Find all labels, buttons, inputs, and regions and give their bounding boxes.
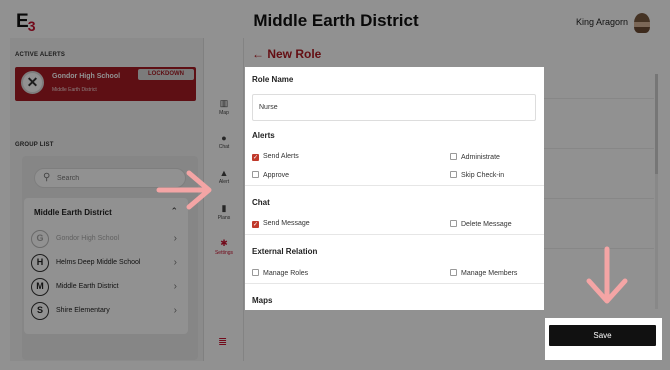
nav-item-map[interactable]: ▥ Map (204, 98, 244, 116)
active-alert-card[interactable]: ✕ Gondor High School Middle Earth Distri… (15, 67, 196, 101)
checkbox-icon (252, 269, 259, 276)
new-role-form: Role Name Alerts Send Alerts Administrat… (245, 67, 544, 310)
district-group-name: Middle Earth District (34, 208, 112, 217)
external-relation-section-title: External Relation (252, 247, 318, 256)
chevron-right-icon: › (173, 305, 177, 316)
role-name-input[interactable] (252, 94, 536, 121)
list-item[interactable]: G Gondor High School › (31, 230, 183, 250)
list-item[interactable]: M Middle Earth District › (31, 278, 183, 298)
menu-icon[interactable]: ≣ (218, 335, 227, 348)
checkbox-checked-icon (252, 154, 259, 161)
divider (245, 234, 544, 235)
school-initial-badge: M (31, 278, 49, 296)
district-title: Middle Earth District (253, 11, 419, 30)
lockdown-badge: LOCKDOWN (138, 69, 194, 80)
lockdown-icon: ✕ (21, 71, 44, 94)
divider (245, 185, 544, 186)
administrate-checkbox[interactable]: Administrate (450, 153, 500, 161)
nav-item-settings[interactable]: ✱ Settings (204, 238, 244, 256)
manage-roles-checkbox[interactable]: Manage Roles (252, 269, 308, 277)
list-item[interactable]: S Shire Elementary › (31, 302, 183, 322)
top-bar: E3 Middle Earth District King Aragorn (10, 8, 662, 38)
gear-icon: ✱ (220, 238, 228, 248)
maps-section-title: Maps (252, 296, 273, 305)
chat-section-title: Chat (252, 198, 270, 207)
checkbox-icon (450, 269, 457, 276)
active-alerts-label: ACTIVE ALERTS (15, 52, 66, 58)
page-title[interactable]: ← New Role (252, 47, 321, 61)
school-name: Middle Earth District (56, 283, 119, 290)
user-name[interactable]: King Aragorn (576, 17, 628, 27)
group-list-label: GROUP LIST (15, 142, 54, 148)
school-name: Helms Deep Middle School (56, 259, 141, 266)
chevron-right-icon: › (173, 233, 177, 244)
alerts-section-title: Alerts (252, 131, 275, 140)
divider (245, 283, 544, 284)
manage-members-checkbox[interactable]: Manage Members (450, 269, 517, 277)
chevron-right-icon: › (173, 257, 177, 268)
list-item[interactable]: H Helms Deep Middle School › (31, 254, 183, 274)
search-icon: ⚲ (43, 172, 51, 183)
school-initial-badge: G (31, 230, 49, 248)
school-initial-badge: S (31, 302, 49, 320)
nav-item-chat[interactable]: ● Chat (204, 133, 244, 150)
school-name: Shire Elementary (56, 307, 110, 314)
chevron-right-icon: › (173, 281, 177, 292)
send-message-checkbox[interactable]: Send Message (252, 220, 310, 228)
chat-icon: ● (221, 133, 227, 143)
save-button[interactable]: Save (549, 325, 656, 346)
save-highlight: Save (545, 318, 662, 360)
user-avatar[interactable] (634, 13, 650, 33)
send-alerts-checkbox[interactable]: Send Alerts (252, 153, 299, 161)
map-icon: ▥ (219, 98, 229, 108)
delete-message-checkbox[interactable]: Delete Message (450, 220, 512, 228)
school-initial-badge: H (31, 254, 49, 272)
scrollbar-thumb[interactable] (655, 74, 658, 174)
checkbox-icon (450, 220, 457, 227)
checkbox-icon (450, 153, 457, 160)
checkbox-icon (252, 171, 259, 178)
annotation-arrow-down-icon (586, 246, 628, 304)
skip-checkin-checkbox[interactable]: Skip Check-in (450, 171, 504, 179)
alert-district-name: Middle Earth District (52, 87, 97, 93)
district-group: Middle Earth District ⌃ G Gondor High Sc… (24, 198, 188, 334)
checkbox-checked-icon (252, 221, 259, 228)
checkbox-icon (450, 171, 457, 178)
alert-school-name: Gondor High School (52, 73, 121, 80)
role-name-label: Role Name (252, 75, 294, 84)
approve-checkbox[interactable]: Approve (252, 171, 289, 179)
school-name: Gondor High School (56, 235, 120, 242)
annotation-arrow-right-icon (156, 170, 212, 210)
